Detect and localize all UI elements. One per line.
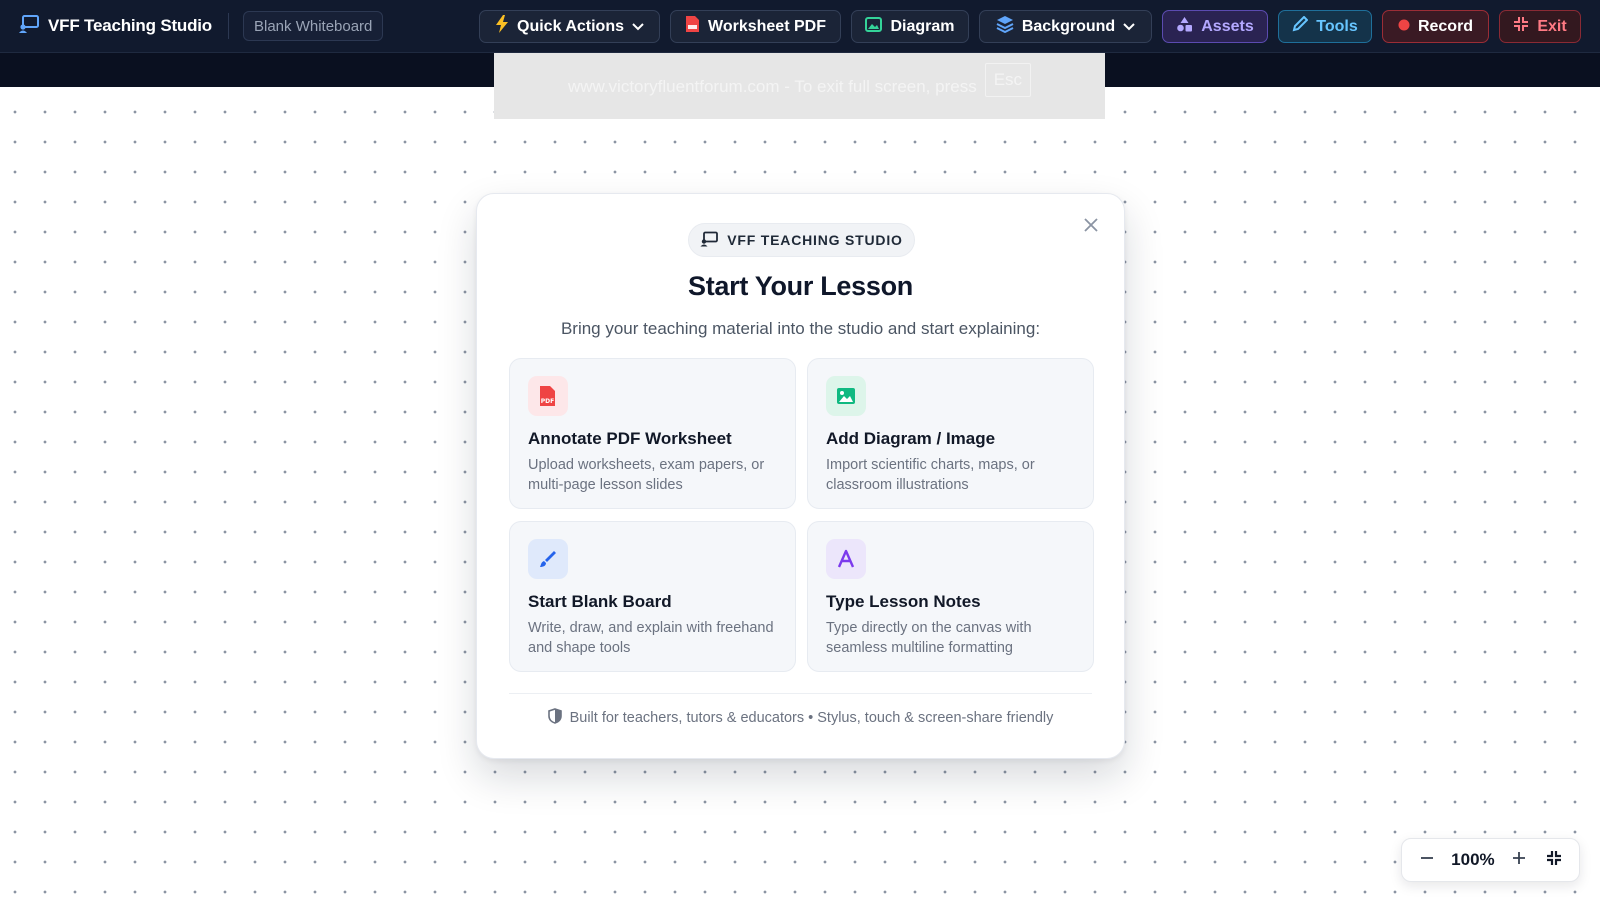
board-name-field[interactable]: Blank Whiteboard [243, 11, 384, 41]
card-title: Annotate PDF Worksheet [528, 429, 732, 448]
card-title: Type Lesson Notes [826, 592, 981, 611]
card-description: Import scientific charts, maps, or class… [826, 457, 1035, 493]
exit-fullscreen-icon [1513, 16, 1529, 37]
chevron-down-icon [1123, 18, 1135, 36]
shapes-icon [1176, 16, 1193, 37]
start-lesson-dialog: VFF TEACHING STUDIO Start Your Lesson Br… [476, 193, 1125, 759]
annotate-pdf-card[interactable]: PDF Annotate PDF Worksheet Upload worksh… [509, 358, 796, 509]
shield-icon [547, 708, 562, 728]
teaching-board-icon [700, 231, 719, 250]
card-description: Type directly on the canvas with seamles… [826, 620, 1032, 656]
quick-actions-label: Quick Actions [517, 17, 624, 35]
svg-text:PDF: PDF [541, 398, 554, 405]
brand: VFF Teaching Studio [18, 14, 212, 39]
pdf-file-icon: PDF [528, 376, 568, 416]
record-dot-icon [1398, 18, 1410, 36]
background-button[interactable]: Background [979, 10, 1152, 43]
lightning-icon [495, 15, 509, 38]
dialog-subtitle: Bring your teaching material into the st… [560, 319, 1041, 338]
minus-icon [1420, 851, 1434, 870]
fullscreen-notice-text: www.victoryfluentforum.com - To exit ful… [567, 77, 977, 96]
close-button[interactable] [1080, 216, 1102, 238]
assets-label: Assets [1201, 17, 1254, 35]
zoom-out-button[interactable] [1416, 849, 1438, 871]
worksheet-pdf-button[interactable]: Worksheet PDF [670, 10, 841, 43]
brush-icon [528, 539, 568, 579]
text-icon [826, 539, 866, 579]
esc-key-hint: Esc [984, 63, 1032, 97]
layers-icon [996, 15, 1014, 38]
card-description: Upload worksheets, exam papers, or multi… [528, 457, 765, 493]
background-label: Background [1021, 17, 1116, 35]
tools-button[interactable]: Tools [1278, 10, 1372, 43]
chevron-down-icon [632, 18, 644, 36]
assets-button[interactable]: Assets [1162, 10, 1268, 43]
exit-button[interactable]: Exit [1499, 10, 1581, 43]
image-icon [826, 376, 866, 416]
record-button[interactable]: Record [1382, 10, 1489, 43]
pdf-file-icon [685, 15, 700, 38]
record-label: Record [1417, 17, 1474, 35]
image-icon [865, 16, 883, 37]
type-notes-card[interactable]: Type Lesson Notes Type directly on the c… [807, 521, 1094, 672]
toolbar-divider [228, 13, 229, 39]
zoom-in-button[interactable] [1508, 849, 1530, 871]
plus-icon [1512, 851, 1526, 870]
exit-label: Exit [1537, 17, 1567, 35]
fullscreen-notice: www.victoryfluentforum.com - To exit ful… [494, 53, 1105, 119]
card-title: Start Blank Board [528, 592, 672, 611]
diagram-button[interactable]: Diagram [851, 10, 969, 43]
diagram-label: Diagram [890, 17, 955, 35]
zoom-level: 100% [1451, 850, 1495, 869]
card-title: Add Diagram / Image [826, 429, 996, 448]
zoom-control: 100% [1401, 838, 1580, 882]
quick-actions-button[interactable]: Quick Actions [479, 10, 660, 43]
app-title: VFF Teaching Studio [48, 16, 212, 35]
collapse-icon [1546, 850, 1562, 871]
dialog-footer-text: Built for teachers, tutors & educators •… [569, 710, 1054, 726]
studio-badge: VFF TEACHING STUDIO [688, 223, 915, 257]
tools-label: Tools [1316, 17, 1358, 35]
add-diagram-card[interactable]: Add Diagram / Image Import scientific ch… [807, 358, 1094, 509]
teaching-board-icon [18, 14, 40, 39]
pen-icon [1292, 15, 1309, 37]
dialog-divider [509, 693, 1092, 694]
fit-screen-button[interactable] [1543, 849, 1565, 871]
dialog-footer: Built for teachers, tutors & educators •… [477, 708, 1124, 728]
studio-badge-label: VFF TEACHING STUDIO [727, 232, 903, 248]
close-icon [1083, 217, 1099, 238]
dialog-title: Start Your Lesson [688, 271, 913, 301]
blank-board-card[interactable]: Start Blank Board Write, draw, and expla… [509, 521, 796, 672]
worksheet-pdf-label: Worksheet PDF [708, 17, 826, 35]
card-description: Write, draw, and explain with freehand a… [528, 620, 774, 656]
